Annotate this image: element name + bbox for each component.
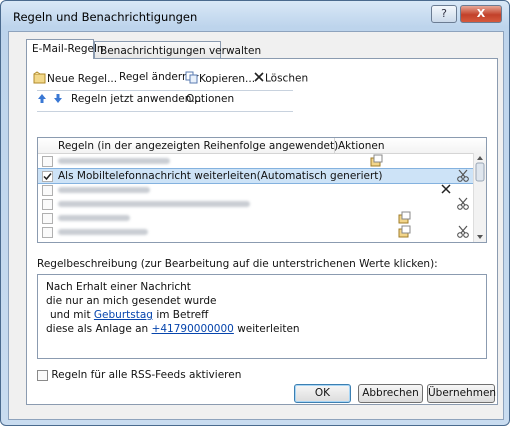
- tab-email-rules[interactable]: E-Mail-Regeln: [26, 39, 104, 59]
- close-button[interactable]: X: [460, 5, 502, 23]
- rule-row[interactable]: [38, 225, 474, 239]
- new-rule-button[interactable]: Neue Regel...: [33, 71, 117, 87]
- rss-checkbox[interactable]: [37, 369, 48, 381]
- desc-line-4-post: weiterleiten: [237, 323, 300, 335]
- delete-x-icon: [253, 71, 265, 86]
- column-divider: [334, 138, 335, 153]
- new-rule-icon: [33, 71, 47, 87]
- help-button[interactable]: ?: [431, 5, 457, 23]
- rules-list[interactable]: Regeln (in der angezeigten Reihenfolge a…: [37, 137, 487, 243]
- rss-checkbox-label: Regeln für alle RSS-Feeds aktivieren: [51, 369, 242, 381]
- change-rule-label: Regel ändern: [119, 71, 189, 83]
- rule-description-label: Regelbeschreibung (zur Bearbeitung auf d…: [37, 258, 438, 270]
- rule-name-redacted: [58, 201, 250, 207]
- rule-row[interactable]: [38, 197, 474, 211]
- toolbar-separator-2: [37, 111, 293, 112]
- copy-label: Kopieren...: [199, 73, 256, 85]
- rule-checkbox[interactable]: [42, 227, 53, 238]
- dialog-body: E-Mail-Regeln Benachrichtigungen verwalt…: [8, 31, 504, 420]
- rules-list-scrollbar[interactable]: [473, 153, 486, 242]
- rule-name-redacted: [58, 215, 130, 221]
- column-rules-header[interactable]: Regeln (in der angezeigten Reihenfolge a…: [58, 140, 338, 152]
- desc-line-4: diese als Anlage an +41790000000 weiterl…: [46, 323, 300, 335]
- subject-keyword-link[interactable]: Geburtstag: [94, 309, 153, 321]
- arrow-down-icon: [53, 93, 63, 107]
- run-rules-now-button[interactable]: Regeln jetzt anwenden...: [71, 93, 201, 109]
- desc-line-1: Nach Erhalt einer Nachricht: [46, 281, 191, 293]
- desc-line-3-pre: und mit: [50, 309, 91, 321]
- new-rule-label: Neue Regel...: [47, 73, 118, 85]
- options-label: Optionen: [186, 93, 235, 105]
- desc-line-4-pre: diese als Anlage an: [46, 323, 149, 335]
- rule-description-box: Nach Erhalt einer Nachricht die nur an m…: [37, 274, 487, 359]
- rule-checkbox[interactable]: [42, 171, 53, 182]
- delete-x-icon: [440, 183, 452, 198]
- rule-name: Als Mobiltelefonnachricht weiterleiten(A…: [58, 170, 383, 182]
- ok-button[interactable]: OK: [294, 384, 351, 403]
- rule-name-redacted: [58, 158, 170, 164]
- rule-name-redacted: [58, 187, 150, 193]
- apply-button[interactable]: Übernehmen: [427, 384, 496, 403]
- options-button[interactable]: Optionen: [186, 93, 234, 109]
- tab-manage-alerts[interactable]: Benachrichtigungen verwalten: [94, 41, 261, 59]
- rule-checkbox[interactable]: [42, 156, 53, 167]
- forward-icon: [398, 225, 411, 241]
- desc-line-3-post: im Betreff: [156, 309, 209, 321]
- rule-row[interactable]: [38, 211, 474, 225]
- move-down-button[interactable]: [53, 93, 63, 109]
- scissors-icon: [456, 225, 470, 241]
- desc-line-3: und mit Geburtstag im Betreff: [50, 309, 208, 321]
- delete-label: Löschen: [265, 72, 309, 85]
- toolbar-separator: [37, 90, 293, 91]
- tab-panel: Neue Regel... Regel ändern Kopieren... L…: [26, 58, 498, 405]
- rules-list-header: Regeln (in der angezeigten Reihenfolge a…: [38, 138, 486, 154]
- rule-checkbox[interactable]: [42, 185, 53, 196]
- rule-checkbox[interactable]: [42, 213, 53, 224]
- desc-line-2: die nur an mich gesendet wurde: [46, 295, 217, 307]
- title-bar: Regeln und Benachrichtigungen ? X: [1, 1, 509, 31]
- phone-number-link[interactable]: +41790000000: [152, 323, 234, 335]
- rss-option[interactable]: Regeln für alle RSS-Feeds aktivieren: [37, 369, 241, 381]
- delete-button[interactable]: Löschen: [253, 71, 308, 87]
- copy-icon: [185, 71, 199, 87]
- copy-button[interactable]: Kopieren...: [185, 71, 255, 87]
- rule-row-selected[interactable]: Als Mobiltelefonnachricht weiterleiten(A…: [38, 168, 474, 184]
- column-actions-header[interactable]: Aktionen: [338, 140, 385, 152]
- run-rules-now-label: Regeln jetzt anwenden...: [71, 93, 202, 105]
- cancel-button[interactable]: Abbrechen: [358, 384, 423, 403]
- rule-name-redacted: [58, 229, 148, 235]
- rule-checkbox[interactable]: [42, 199, 53, 210]
- move-up-button[interactable]: [37, 93, 47, 109]
- rule-row[interactable]: [38, 154, 474, 168]
- rule-row[interactable]: [38, 183, 474, 197]
- arrow-up-icon: [37, 93, 47, 107]
- window-title: Regeln und Benachrichtigungen: [13, 10, 198, 24]
- rules-dialog: Regeln und Benachrichtigungen ? X E-Mail…: [0, 0, 510, 426]
